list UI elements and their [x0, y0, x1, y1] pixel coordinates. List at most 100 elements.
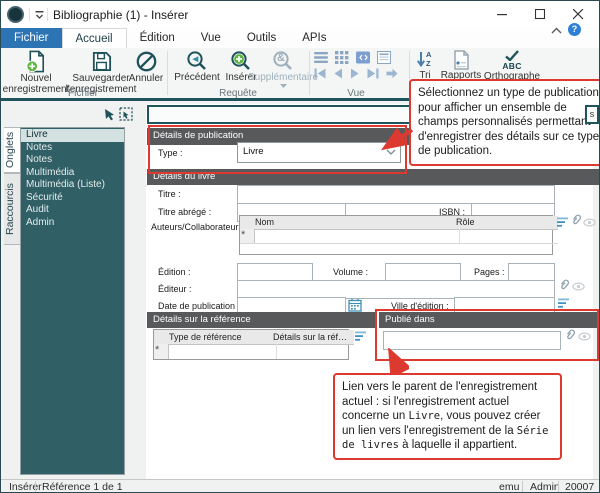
status-group: Admin [530, 481, 560, 493]
lookup-list-icon[interactable] [557, 217, 569, 228]
callout-type-hint: Sélectionnez un type de publication pour… [409, 79, 600, 166]
sidebar-item-admin[interactable]: Admin [21, 217, 124, 230]
sidebar-item-notes-2[interactable]: Notes [21, 154, 124, 167]
additional-query-button[interactable]: & Supplémentaire [259, 50, 307, 89]
reports-icon [452, 50, 471, 70]
tab-fichier[interactable]: Fichier [1, 28, 62, 48]
help-icon[interactable]: ? [568, 23, 581, 36]
reference-grid[interactable]: Type de référence Détails sur la référe.… [153, 329, 349, 360]
tabs-panel: Livre Notes Notes Multimédia Multimédia … [20, 127, 125, 475]
titre-input[interactable] [237, 185, 555, 204]
reports-button[interactable]: Rapports [439, 50, 483, 82]
section-header-livre: Détails du livre [147, 169, 599, 185]
title-bar: Bibliographie (1) - Insérer [1, 1, 599, 28]
status-bar: Insérer Référence 1 de 1 emu Admin 20007 [1, 479, 599, 493]
window-title: Bibliographie (1) - Insérer [53, 8, 188, 22]
date-publication-label: Date de publication : [158, 301, 240, 311]
band-badge[interactable]: s [585, 105, 599, 124]
status-user: emu [499, 481, 519, 493]
callout-arrow-parent [381, 348, 409, 375]
record-nav-buttons [314, 68, 398, 79]
minimize-button[interactable] [485, 1, 519, 27]
ribbon-separator-2 [309, 51, 310, 95]
auteurs-col-nom: Nom [252, 216, 460, 230]
lookup-list-icon-ville[interactable] [558, 298, 570, 309]
status-sep-3 [558, 481, 559, 492]
auteurs-cell-nom[interactable] [252, 229, 460, 244]
cancel-icon [135, 50, 158, 73]
next-record-icon[interactable] [350, 68, 360, 79]
tab-outils[interactable]: Outils [234, 28, 289, 48]
sidebar-item-securite[interactable]: Sécurité [21, 192, 124, 205]
section-header-publie: Publié dans [379, 312, 599, 328]
eye-icon[interactable] [583, 218, 596, 227]
spelling-button[interactable]: ABC Orthographe [483, 50, 541, 83]
cancel-button[interactable]: Annuler [125, 50, 167, 85]
reference-cell-type[interactable] [166, 344, 277, 359]
calendar-icon[interactable] [348, 298, 362, 312]
group-label-fichier: Fichier [1, 88, 165, 99]
edition-label: Édition : [158, 267, 191, 277]
page-view-icon[interactable] [377, 51, 392, 64]
tab-vue[interactable]: Vue [188, 28, 234, 48]
type-label: Type : [158, 148, 183, 158]
titre-abrege-label: Titre abrégé : [158, 207, 211, 217]
titlebar-divider [29, 8, 30, 21]
search-previous-icon [186, 50, 208, 72]
first-record-icon[interactable] [314, 68, 326, 79]
status-value: 20007 [565, 481, 594, 493]
spellcheck-icon: ABC [502, 50, 521, 71]
publie-dans-input[interactable] [383, 331, 561, 350]
select-region-icon[interactable] [119, 107, 133, 121]
section-header-reference: Détails sur la référence [147, 312, 375, 328]
previous-query-button[interactable]: Précédent [171, 50, 223, 84]
lookup-list-icon-reference[interactable] [355, 331, 367, 342]
status-sep-1 [35, 481, 36, 492]
sort-icon: A Z [415, 50, 435, 70]
quick-access-menu-icon[interactable] [34, 9, 45, 20]
search-insert-icon [230, 50, 252, 72]
reference-col-type: Type de référence [166, 330, 277, 345]
sidebar-item-multimedia[interactable]: Multimédia [21, 167, 124, 180]
sidebar-tab-onglets[interactable]: Onglets [4, 127, 21, 173]
maximize-button[interactable] [523, 1, 557, 27]
sidebar-item-multimedia-liste[interactable]: Multimédia (Liste) [21, 179, 124, 192]
code-view-icon[interactable] [356, 51, 371, 64]
previous-record-icon[interactable] [333, 68, 343, 79]
ville-edition-label: Ville d'édition : [391, 301, 449, 311]
ribbon-separator-1 [167, 51, 168, 95]
tab-accueil[interactable]: Accueil [62, 28, 127, 48]
view-mode-buttons [314, 51, 392, 64]
attachment-icon-publie[interactable] [563, 328, 577, 342]
reference-col-details: Détails sur la référe... [270, 330, 354, 345]
auteurs-label: Auteurs/Collaborateurs [151, 222, 243, 232]
last-record-icon[interactable] [367, 68, 379, 79]
auteurs-cell-role[interactable] [453, 229, 558, 244]
pages-label: Pages : [474, 267, 505, 277]
collapse-ribbon-icon[interactable] [550, 26, 563, 36]
grid-view-icon[interactable] [335, 51, 350, 64]
group-label-vue: Vue [311, 88, 401, 99]
sidebar-item-notes-1[interactable]: Notes [21, 142, 124, 155]
reference-cell-details[interactable] [270, 344, 354, 359]
tab-edition[interactable]: Édition [127, 28, 188, 48]
tab-apis[interactable]: APIs [289, 28, 339, 48]
auteurs-grid[interactable]: Nom Rôle * [239, 215, 553, 255]
search-more-icon: & [272, 50, 294, 72]
group-label-requete: Requête [169, 88, 307, 99]
attachment-icon-editeur[interactable] [557, 278, 571, 292]
pointer-tool-icon[interactable] [103, 108, 115, 121]
eye-icon-publie[interactable] [578, 332, 591, 341]
status-position: Référence 1 de 1 [42, 481, 123, 493]
sidebar-item-livre[interactable]: Livre [21, 129, 124, 142]
goto-record-icon[interactable] [386, 68, 398, 79]
sidebar-tab-raccourcis[interactable]: Raccourcis [4, 173, 21, 245]
eye-icon-editeur[interactable] [572, 282, 585, 291]
sort-button[interactable]: A Z Tri [412, 50, 438, 82]
list-view-icon[interactable] [314, 51, 329, 64]
sidebar-item-audit[interactable]: Audit [21, 204, 124, 217]
save-record-icon [90, 50, 113, 73]
editeur-label: Éditeur : [158, 284, 192, 294]
attachment-icon[interactable] [569, 213, 583, 227]
status-mode: Insérer [9, 481, 42, 493]
